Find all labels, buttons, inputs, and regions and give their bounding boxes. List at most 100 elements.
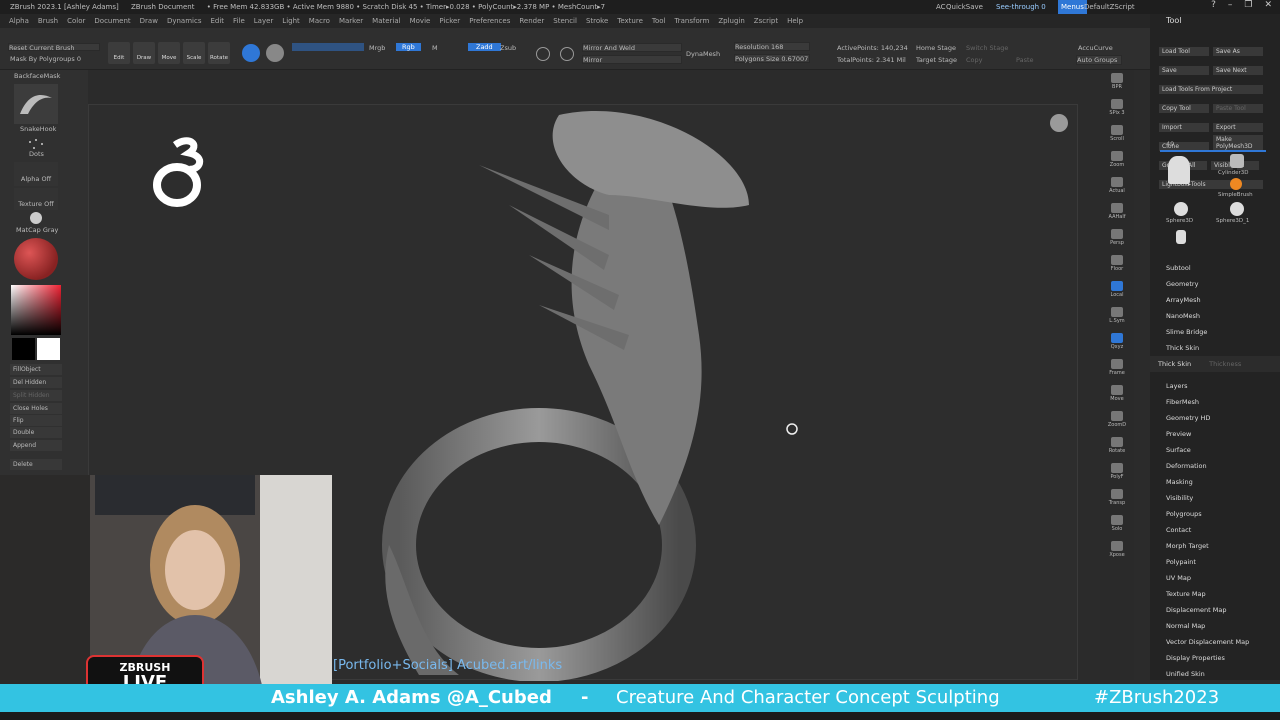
- shelf-actual-button[interactable]: Actual: [1104, 177, 1130, 197]
- symmetry-s-icon[interactable]: [536, 47, 550, 61]
- tool-load-tools-from-project-button[interactable]: Load Tools From Project: [1159, 85, 1263, 94]
- m-button[interactable]: M: [432, 44, 438, 52]
- shelf-zoomd-button[interactable]: ZoomD: [1104, 411, 1130, 431]
- menu-stencil[interactable]: Stencil: [553, 14, 577, 28]
- move-button[interactable]: Move: [158, 42, 180, 64]
- section-surface[interactable]: Surface: [1150, 442, 1280, 458]
- menu-light[interactable]: Light: [282, 14, 299, 28]
- rgb-intensity-slider[interactable]: [292, 43, 364, 51]
- portfolio-link[interactable]: [Portfolio+Socials] Acubed.art/links: [333, 658, 562, 673]
- shelf-bpr-button[interactable]: BPR: [1104, 73, 1130, 93]
- shelf-l-sym-button[interactable]: L.Sym: [1104, 307, 1130, 327]
- shelf-frame-button[interactable]: Frame: [1104, 359, 1130, 379]
- section-normal-map[interactable]: Normal Map: [1150, 618, 1280, 634]
- delete-button[interactable]: Delete: [10, 459, 62, 470]
- quicksave-button[interactable]: QuickSave: [946, 0, 983, 14]
- see-through-slider[interactable]: See-through 0: [996, 0, 1046, 14]
- resolution-slider[interactable]: Resolution 168: [734, 42, 810, 51]
- menu-brush[interactable]: Brush: [38, 14, 58, 28]
- tool-save-as-button[interactable]: Save As: [1213, 47, 1263, 56]
- switch-stage-button[interactable]: Switch Stage: [966, 44, 1008, 52]
- tool-copy-tool-button[interactable]: Copy Tool: [1159, 104, 1209, 113]
- tool-load-tool-button[interactable]: Load Tool: [1159, 47, 1209, 56]
- menu-file[interactable]: File: [233, 14, 245, 28]
- section-deformation[interactable]: Deformation: [1150, 458, 1280, 474]
- symmetry-d-icon[interactable]: [560, 47, 574, 61]
- mirror-button[interactable]: Mirror: [582, 55, 682, 64]
- help-icon[interactable]: ?: [1211, 0, 1216, 10]
- section-contact[interactable]: Contact: [1150, 522, 1280, 538]
- scale-button[interactable]: Scale: [183, 42, 205, 64]
- restore-icon[interactable]: ❐: [1244, 0, 1252, 10]
- menu-document[interactable]: Document: [94, 14, 130, 28]
- menu-layer[interactable]: Layer: [254, 14, 274, 28]
- shelf-transp-button[interactable]: Transp: [1104, 489, 1130, 509]
- menu-transform[interactable]: Transform: [675, 14, 710, 28]
- flip-button[interactable]: Flip: [10, 415, 62, 426]
- tool-import-button[interactable]: Import: [1159, 123, 1209, 132]
- section-polygroups[interactable]: Polygroups: [1150, 506, 1280, 522]
- menu-edit[interactable]: Edit: [210, 14, 224, 28]
- reset-brush-button[interactable]: Reset Current Brush: [8, 43, 100, 52]
- tool-save-next-button[interactable]: Save Next: [1213, 66, 1263, 75]
- dynamesh-button[interactable]: DynaMesh: [686, 50, 720, 58]
- section-subtool[interactable]: Subtool: [1150, 260, 1280, 276]
- section-layers[interactable]: Layers: [1150, 378, 1280, 394]
- color-swatch-icon[interactable]: [14, 238, 58, 280]
- edit-button[interactable]: Edit: [108, 42, 130, 64]
- shelf-spix-3-button[interactable]: SPix 3: [1104, 99, 1130, 119]
- color-picker[interactable]: [11, 285, 61, 335]
- section-vector-displacement-map[interactable]: Vector Displacement Map: [1150, 634, 1280, 650]
- shelf-polyf-button[interactable]: PolyF: [1104, 463, 1130, 483]
- rotate-button[interactable]: Rotate: [208, 42, 230, 64]
- shelf-move-button[interactable]: Move: [1104, 385, 1130, 405]
- shelf-xpose-button[interactable]: Xpose: [1104, 541, 1130, 561]
- close-icon[interactable]: ✕: [1264, 0, 1272, 10]
- auto-groups-button[interactable]: Auto Groups: [1076, 55, 1122, 65]
- zadd-button[interactable]: Zadd: [468, 43, 501, 51]
- menu-texture[interactable]: Texture: [617, 14, 643, 28]
- section-nanomesh[interactable]: NanoMesh: [1150, 308, 1280, 324]
- menu-zplugin[interactable]: Zplugin: [718, 14, 744, 28]
- section-geometry[interactable]: Geometry: [1150, 276, 1280, 292]
- menu-picker[interactable]: Picker: [439, 14, 460, 28]
- mask-polygroups-slider[interactable]: Mask By Polygroups 0: [10, 55, 81, 63]
- default-zscript-button[interactable]: DefaultZScript: [1084, 0, 1135, 14]
- tool-size-slider[interactable]: [1160, 150, 1266, 152]
- menu-zscript[interactable]: Zscript: [754, 14, 778, 28]
- thick-skin-button[interactable]: Thick Skin: [1158, 360, 1191, 368]
- section-masking[interactable]: Masking: [1150, 474, 1280, 490]
- menu-stroke[interactable]: Stroke: [586, 14, 608, 28]
- section-texture-map[interactable]: Texture Map: [1150, 586, 1280, 602]
- shelf-zoom-button[interactable]: Zoom: [1104, 151, 1130, 171]
- menu-macro[interactable]: Macro: [309, 14, 330, 28]
- matcap-sphere-icon[interactable]: [30, 212, 42, 224]
- menu-alpha[interactable]: Alpha: [9, 14, 29, 28]
- section-thick-skin[interactable]: Thick Skin: [1150, 340, 1280, 356]
- tool-save-button[interactable]: Save: [1159, 66, 1209, 75]
- section-morph-target[interactable]: Morph Target: [1150, 538, 1280, 554]
- fill-object-button[interactable]: FillObject: [10, 364, 62, 375]
- shelf-scroll-button[interactable]: Scroll: [1104, 125, 1130, 145]
- section-fibermesh[interactable]: FiberMesh: [1150, 394, 1280, 410]
- alpha-thumbnail[interactable]: Alpha Off: [14, 162, 58, 186]
- tool-paste-tool-button[interactable]: Paste Tool: [1213, 104, 1263, 113]
- menus-toggle[interactable]: Menus: [1058, 0, 1087, 14]
- draw-button[interactable]: Draw: [133, 42, 155, 64]
- sphere3d-icon[interactable]: [1174, 202, 1188, 216]
- shelf-rotate-button[interactable]: Rotate: [1104, 437, 1130, 457]
- shelf-aahalf-button[interactable]: AAHalf: [1104, 203, 1130, 223]
- sphere3d-1-icon[interactable]: [1230, 202, 1244, 216]
- shelf-qxyz-button[interactable]: Qxyz: [1104, 333, 1130, 353]
- mrgb-button[interactable]: Mrgb: [369, 44, 385, 52]
- tool-export-button[interactable]: Export: [1213, 123, 1263, 132]
- menu-preferences[interactable]: Preferences: [469, 14, 510, 28]
- split-hidden-button[interactable]: Split Hidden: [10, 390, 62, 401]
- shelf-floor-button[interactable]: Floor: [1104, 255, 1130, 275]
- subtool-thumb-icon[interactable]: [1176, 230, 1186, 244]
- menu-dynamics[interactable]: Dynamics: [167, 14, 202, 28]
- color-sphere-icon[interactable]: [266, 44, 284, 62]
- menu-render[interactable]: Render: [519, 14, 544, 28]
- target-stage-button[interactable]: Target Stage: [916, 56, 957, 64]
- paste-stage-button[interactable]: Paste: [1016, 56, 1034, 64]
